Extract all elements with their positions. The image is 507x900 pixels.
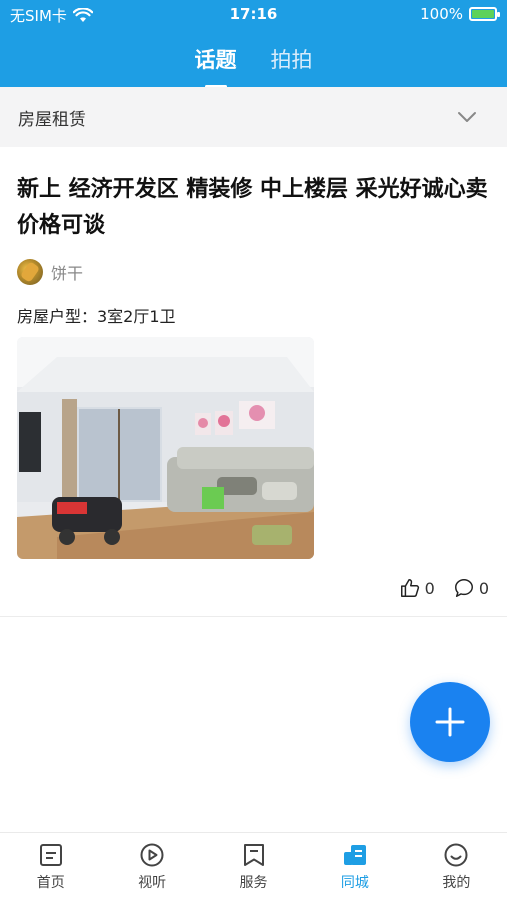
- status-bar: 无SIM卡 17:16 100%: [0, 0, 507, 30]
- comment-icon: [454, 579, 473, 597]
- bookmark-icon: [243, 843, 264, 866]
- top-tabs: 话题 拍拍: [0, 40, 507, 84]
- post-author[interactable]: 饼干: [17, 259, 83, 285]
- nav-label-home: 首页: [36, 874, 65, 891]
- post-photo[interactable]: [17, 337, 314, 559]
- smile-icon: [444, 843, 468, 866]
- home-icon: [39, 843, 62, 866]
- nav-label-media: 视听: [138, 874, 167, 891]
- nav-label-service: 服务: [239, 874, 268, 891]
- status-right: 100%: [420, 5, 500, 23]
- chevron-down-icon: [458, 112, 476, 122]
- battery-icon: [469, 7, 500, 21]
- bottom-nav: 首页 视听 服务 同城 我的: [0, 832, 507, 900]
- battery-percent: 100%: [420, 5, 463, 23]
- post-actions: 0 0: [399, 577, 489, 599]
- header: 无SIM卡 17:16 100% 话题 拍拍: [0, 0, 507, 87]
- comment-count: 0: [478, 578, 489, 598]
- plus-icon: [435, 707, 465, 737]
- author-name: 饼干: [51, 264, 84, 283]
- add-post-button[interactable]: [410, 682, 490, 762]
- tab-paipai[interactable]: 拍拍: [269, 40, 315, 84]
- post-card[interactable]: 新上 经济开发区 精装修 中上楼层 采光好诚心卖价格可谈 饼干 房屋户型：3室2…: [0, 147, 507, 617]
- nav-item-home[interactable]: 首页: [0, 833, 101, 900]
- like-button[interactable]: 0: [399, 577, 435, 599]
- play-icon: [140, 843, 164, 866]
- nav-label-mine: 我的: [442, 874, 471, 891]
- nav-label-city: 同城: [340, 874, 369, 891]
- avatar[interactable]: [17, 259, 43, 285]
- nav-item-mine[interactable]: 我的: [406, 833, 507, 900]
- nav-item-service[interactable]: 服务: [203, 833, 304, 900]
- house-type: 房屋户型：3室2厅1卫: [17, 307, 176, 326]
- screen: 无SIM卡 17:16 100% 话题 拍拍 房屋租赁 新上 经济开发区 精装修…: [0, 0, 507, 900]
- post-title[interactable]: 新上 经济开发区 精装修 中上楼层 采光好诚心卖价格可谈: [17, 172, 492, 244]
- category-selector[interactable]: 房屋租赁: [0, 87, 507, 147]
- tab-topics[interactable]: 话题: [193, 40, 239, 84]
- like-count: 0: [424, 578, 435, 598]
- nav-item-media[interactable]: 视听: [101, 833, 202, 900]
- battery-fill: [472, 10, 494, 18]
- category-label: 房屋租赁: [18, 109, 86, 130]
- thumbs-up-icon: [400, 579, 419, 597]
- comment-button[interactable]: 0: [453, 577, 489, 599]
- city-icon: [343, 844, 366, 865]
- nav-item-city[interactable]: 同城: [304, 833, 405, 900]
